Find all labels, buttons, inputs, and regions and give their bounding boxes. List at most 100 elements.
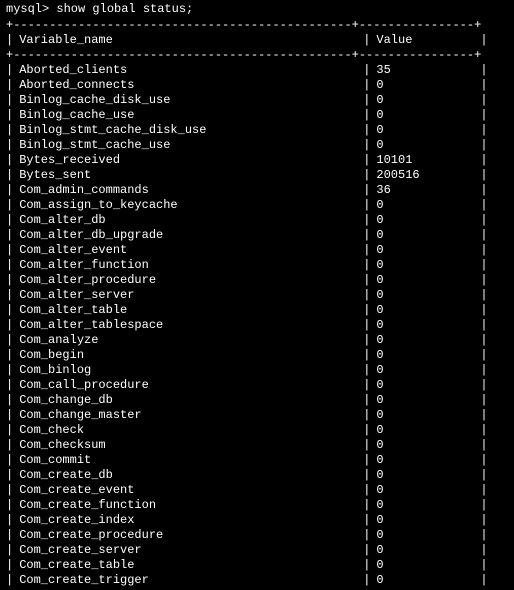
- pipe-separator: |: [363, 333, 370, 348]
- pipe-separator: |: [363, 408, 370, 423]
- variable-value-cell: 0: [370, 198, 480, 213]
- pipe-separator: |: [6, 63, 13, 78]
- table-top-border: +---------------------------------------…: [6, 18, 508, 33]
- pipe-separator: |: [480, 213, 487, 228]
- pipe-separator: |: [6, 153, 13, 168]
- pipe-separator: |: [363, 33, 370, 48]
- pipe-separator: |: [6, 213, 13, 228]
- variable-name-cell: Com_create_db: [13, 468, 363, 483]
- pipe-separator: |: [6, 123, 13, 138]
- variable-value-cell: 0: [370, 333, 480, 348]
- pipe-separator: |: [363, 198, 370, 213]
- pipe-separator: |: [363, 513, 370, 528]
- pipe-separator: |: [6, 498, 13, 513]
- pipe-separator: |: [480, 228, 487, 243]
- table-row: |Bytes_received|10101|: [6, 153, 508, 168]
- pipe-separator: |: [480, 198, 487, 213]
- variable-value-cell: 0: [370, 558, 480, 573]
- pipe-separator: |: [480, 528, 487, 543]
- pipe-separator: |: [480, 393, 487, 408]
- variable-value-cell: 0: [370, 438, 480, 453]
- pipe-separator: |: [363, 168, 370, 183]
- variable-value-cell: 0: [370, 273, 480, 288]
- pipe-separator: |: [6, 303, 13, 318]
- table-row: |Aborted_connects|0|: [6, 78, 508, 93]
- pipe-separator: |: [480, 63, 487, 78]
- variable-value-cell: 0: [370, 213, 480, 228]
- table-row: |Com_create_function|0|: [6, 498, 508, 513]
- variable-value-cell: 0: [370, 453, 480, 468]
- table-row: |Com_commit|0|: [6, 453, 508, 468]
- pipe-separator: |: [480, 513, 487, 528]
- variable-value-cell: 0: [370, 93, 480, 108]
- variable-value-cell: 0: [370, 363, 480, 378]
- variable-name-cell: Aborted_clients: [13, 63, 363, 78]
- table-row: |Com_analyze|0|: [6, 333, 508, 348]
- pipe-separator: |: [480, 423, 487, 438]
- pipe-separator: |: [6, 258, 13, 273]
- variable-value-cell: 36: [370, 183, 480, 198]
- pipe-separator: |: [363, 153, 370, 168]
- pipe-separator: |: [6, 438, 13, 453]
- pipe-separator: |: [363, 63, 370, 78]
- variable-value-cell: 0: [370, 138, 480, 153]
- pipe-separator: |: [6, 183, 13, 198]
- table-row: |Binlog_stmt_cache_use|0|: [6, 138, 508, 153]
- variable-value-cell: 0: [370, 498, 480, 513]
- variable-name-cell: Com_alter_function: [13, 258, 363, 273]
- variable-name-cell: Com_change_db: [13, 393, 363, 408]
- table-header-row: | Variable_name | Value |: [6, 33, 508, 48]
- table-row: |Com_change_master|0|: [6, 408, 508, 423]
- pipe-separator: |: [480, 318, 487, 333]
- pipe-separator: |: [6, 198, 13, 213]
- pipe-separator: |: [363, 468, 370, 483]
- pipe-separator: |: [480, 408, 487, 423]
- pipe-separator: |: [480, 483, 487, 498]
- pipe-separator: |: [6, 483, 13, 498]
- pipe-separator: |: [480, 258, 487, 273]
- variable-name-cell: Aborted_connects: [13, 78, 363, 93]
- pipe-separator: |: [480, 363, 487, 378]
- pipe-separator: |: [363, 213, 370, 228]
- variable-name-cell: Bytes_received: [13, 153, 363, 168]
- pipe-separator: |: [480, 93, 487, 108]
- table-row: |Com_change_db|0|: [6, 393, 508, 408]
- variable-name-cell: Com_change_master: [13, 408, 363, 423]
- variable-name-cell: Com_alter_table: [13, 303, 363, 318]
- table-row: |Com_create_index|0|: [6, 513, 508, 528]
- pipe-separator: |: [480, 333, 487, 348]
- variable-name-cell: Com_alter_procedure: [13, 273, 363, 288]
- variable-name-cell: Com_create_index: [13, 513, 363, 528]
- pipe-separator: |: [363, 258, 370, 273]
- pipe-separator: |: [363, 303, 370, 318]
- variable-value-cell: 0: [370, 543, 480, 558]
- variable-name-cell: Com_create_table: [13, 558, 363, 573]
- pipe-separator: |: [6, 573, 13, 588]
- variable-name-cell: Com_assign_to_keycache: [13, 198, 363, 213]
- pipe-separator: |: [6, 543, 13, 558]
- variable-name-cell: Com_create_trigger: [13, 573, 363, 588]
- pipe-separator: |: [6, 378, 13, 393]
- variable-name-cell: Com_checksum: [13, 438, 363, 453]
- pipe-separator: |: [480, 378, 487, 393]
- variable-value-cell: 0: [370, 378, 480, 393]
- variable-name-cell: Com_check: [13, 423, 363, 438]
- variable-name-cell: Binlog_cache_disk_use: [13, 93, 363, 108]
- table-row: |Com_create_server|0|: [6, 543, 508, 558]
- table-row: |Com_begin|0|: [6, 348, 508, 363]
- variable-value-cell: 0: [370, 243, 480, 258]
- table-row: |Com_alter_table|0|: [6, 303, 508, 318]
- pipe-separator: |: [6, 273, 13, 288]
- pipe-separator: |: [6, 228, 13, 243]
- mysql-prompt[interactable]: mysql> show global status;: [6, 2, 508, 17]
- pipe-separator: |: [480, 288, 487, 303]
- column-header-name: Variable_name: [13, 33, 363, 48]
- pipe-separator: |: [480, 468, 487, 483]
- pipe-separator: |: [363, 108, 370, 123]
- pipe-separator: |: [480, 543, 487, 558]
- pipe-separator: |: [480, 273, 487, 288]
- pipe-separator: |: [6, 528, 13, 543]
- pipe-separator: |: [480, 498, 487, 513]
- pipe-separator: |: [363, 363, 370, 378]
- table-row: |Com_checksum|0|: [6, 438, 508, 453]
